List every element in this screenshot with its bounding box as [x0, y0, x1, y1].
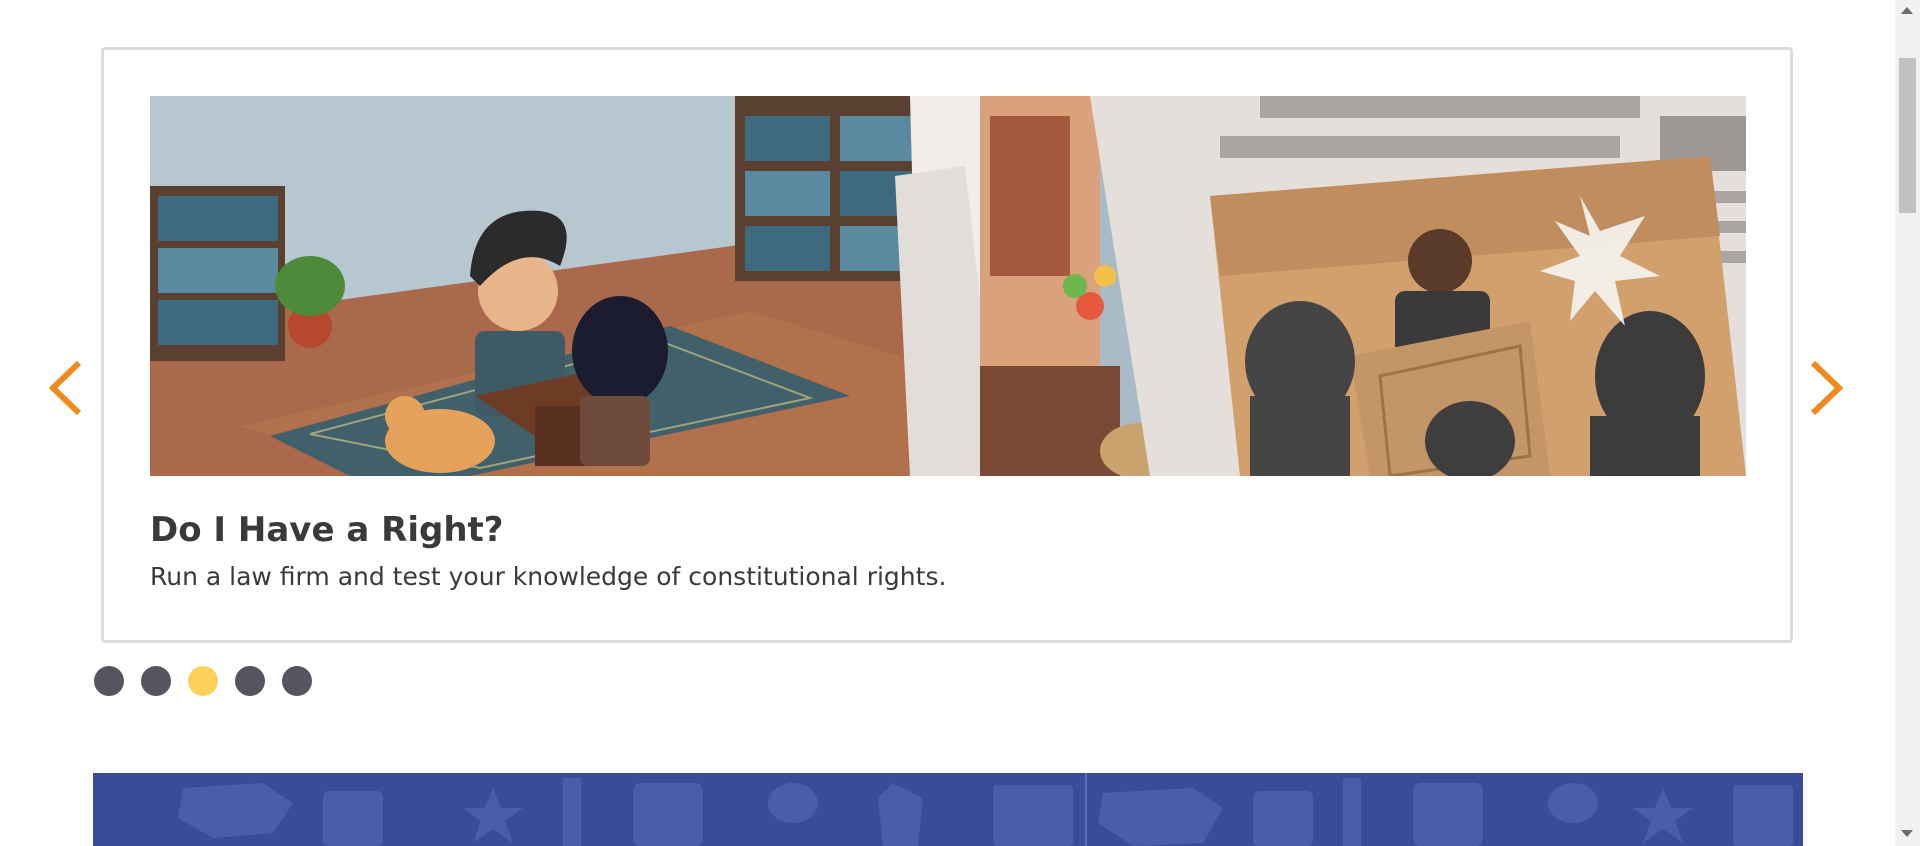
- carousel-pagination: [94, 666, 312, 696]
- slide-description: Run a law firm and test your knowledge o…: [150, 562, 947, 591]
- section-banner: [93, 773, 1803, 846]
- slide-title: Do I Have a Right?: [150, 510, 504, 550]
- carousel-prev-button[interactable]: [44, 355, 88, 421]
- page: Do I Have a Right? Run a law firm and te…: [0, 0, 1920, 846]
- scroll-down-arrow-icon[interactable]: [1901, 830, 1913, 837]
- chevron-left-icon: [48, 360, 82, 416]
- civics-pattern-background: [93, 773, 1803, 846]
- carousel-slide[interactable]: Do I Have a Right? Run a law firm and te…: [101, 47, 1793, 643]
- scrollbar-thumb[interactable]: [1899, 58, 1916, 213]
- vertical-scrollbar[interactable]: [1895, 0, 1920, 846]
- chevron-right-icon: [1810, 360, 1844, 416]
- law-firm-illustration: [150, 96, 1746, 476]
- scroll-up-arrow-icon[interactable]: [1901, 7, 1913, 14]
- carousel-next-button[interactable]: [1804, 355, 1848, 421]
- carousel-dot-2[interactable]: [141, 666, 171, 696]
- carousel-dot-1[interactable]: [94, 666, 124, 696]
- carousel-dot-4[interactable]: [235, 666, 265, 696]
- carousel-dot-3[interactable]: [188, 666, 218, 696]
- slide-illustration[interactable]: [150, 96, 1746, 476]
- carousel-dot-5[interactable]: [282, 666, 312, 696]
